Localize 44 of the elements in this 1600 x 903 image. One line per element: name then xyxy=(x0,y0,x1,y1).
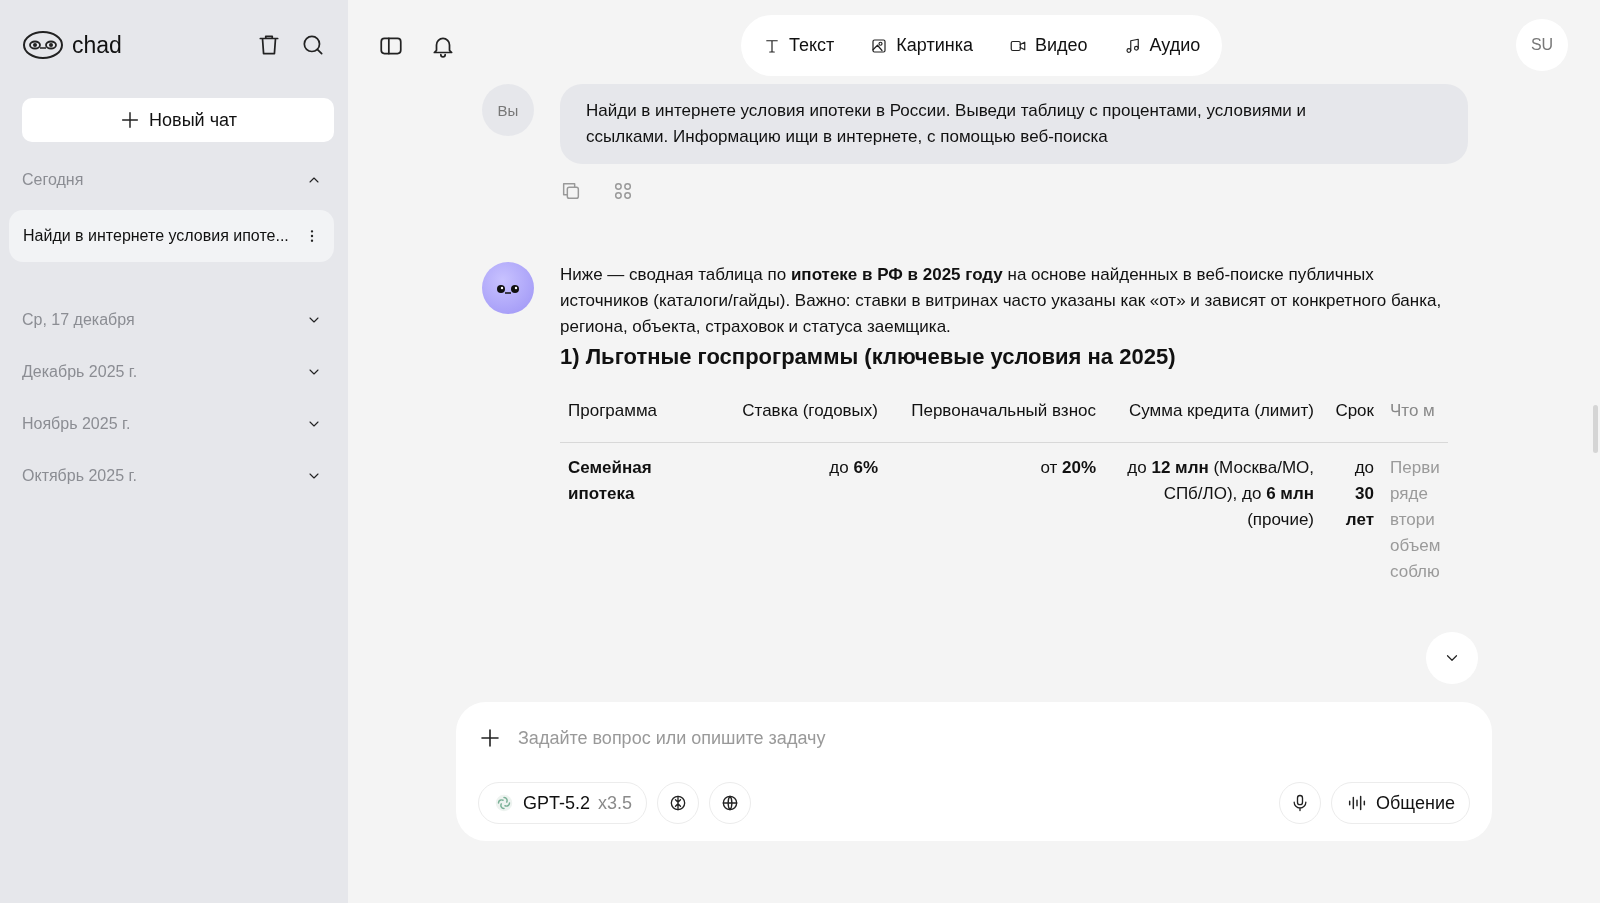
column-header: Что м xyxy=(1382,390,1448,443)
music-note-icon xyxy=(1123,36,1142,55)
assistant-avatar xyxy=(482,262,534,314)
column-header: Ставка (годовых) xyxy=(710,390,886,443)
flower-logo-icon xyxy=(493,792,515,814)
image-icon xyxy=(870,36,889,55)
table-cell: Семейная ипотека xyxy=(568,458,652,503)
model-selector[interactable]: GPT-5.2 x3.5 xyxy=(478,782,648,824)
trash-icon xyxy=(256,32,282,58)
mode-tab[interactable]: Текст xyxy=(763,35,835,56)
microphone-button[interactable] xyxy=(1279,782,1322,824)
table-cell-text: до 30 лет xyxy=(1344,457,1374,531)
plus-icon xyxy=(478,726,502,750)
message-text: Ниже — сводная таблица по ипотеке в РФ в 2025 году на основе найденных в веб-поиске публичных источников (каталоги/гайды). Важно: ставки в витринах часто указаны как «от» и зависят от конкретного банка, региона, объекта, страховок и статуса заемщика. xyxy=(560,264,1443,338)
user-avatar[interactable]: SU xyxy=(1516,19,1568,71)
copy-icon xyxy=(560,180,582,202)
table-cell-text: от 20% xyxy=(1039,457,1096,479)
table-cell-text: до 6% xyxy=(828,457,878,479)
logo-icon xyxy=(22,30,64,60)
attach-button[interactable] xyxy=(478,726,502,750)
brand-name: chad xyxy=(72,31,123,59)
voice-chat-button[interactable]: Общение xyxy=(1331,782,1470,824)
grid-button[interactable] xyxy=(612,180,634,202)
chat-title: Найди в интернете условия ипоте... xyxy=(23,227,289,245)
column-header: Срок xyxy=(1322,390,1382,443)
column-header: Сумма кредита (лимит) xyxy=(1104,390,1322,443)
copy-button[interactable] xyxy=(560,180,582,202)
sender-avatar: Вы xyxy=(482,84,534,136)
mode-tab[interactable]: Картинка xyxy=(870,35,973,56)
table-cell-text: Перви ряде втори объем соблю xyxy=(1390,457,1440,583)
web-search-button[interactable] xyxy=(709,782,752,824)
section-heading: 1) Льготные госпрограммы (ключевые условия на 2025) xyxy=(560,344,1177,370)
tools-button[interactable] xyxy=(657,782,700,824)
mode-tab[interactable]: Аудио xyxy=(1123,35,1201,56)
scrollbar-thumb[interactable] xyxy=(1593,405,1598,453)
mode-tab[interactable]: Видео xyxy=(1008,35,1088,56)
column-header: Первоначальный взнос xyxy=(886,390,1104,443)
table-cell-text: до 12 млн (Москва/МО, СПб/ЛО), до 6 млн (прочие) xyxy=(1126,457,1314,531)
trash-button[interactable] xyxy=(256,32,282,58)
column-header: Программа xyxy=(560,390,710,443)
grid-icon xyxy=(612,180,634,202)
new-chat-button[interactable]: Новый чат xyxy=(22,98,334,142)
message-bubble: Найди в интернете условия ипотеки в России. Выведи таблицу с процентами, условиями и ссылками. Информацию ищи в интернете, с помощью веб-поиска xyxy=(560,84,1468,164)
chat-item[interactable]: Найди в интернете условия ипоте... xyxy=(9,210,334,262)
